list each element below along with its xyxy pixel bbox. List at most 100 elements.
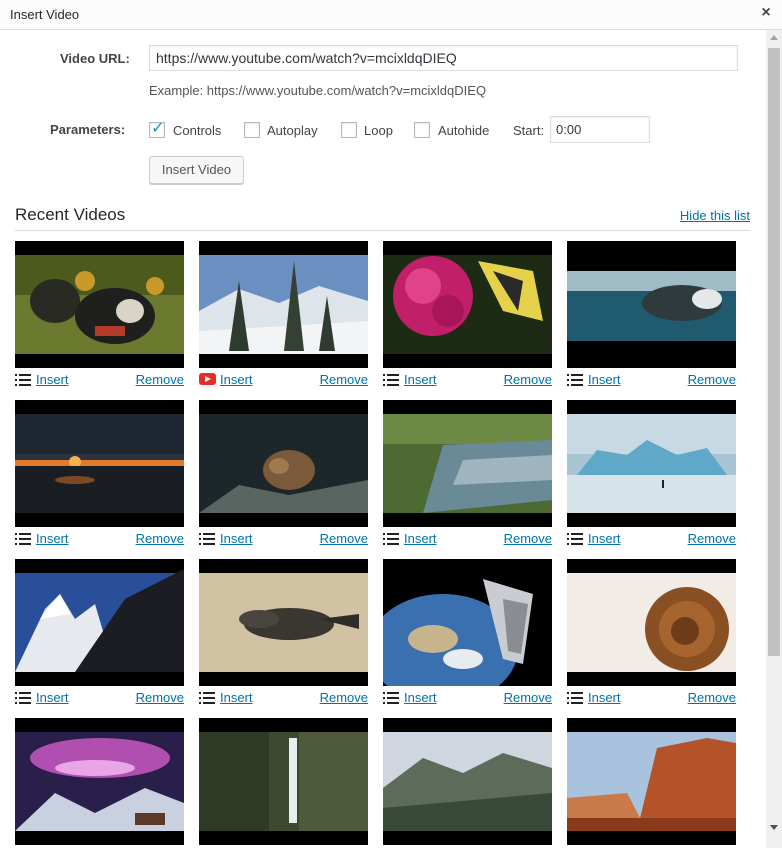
video-card: InsertRemove [383,718,552,848]
video-thumbnail[interactable] [15,718,184,845]
remove-link[interactable]: Remove [320,531,368,546]
video-thumbnail[interactable] [567,241,736,368]
modal-content: Video URL: Example: https://www.youtube.… [0,30,766,848]
video-card: InsertRemove [567,718,736,848]
video-thumbnail[interactable] [383,241,552,368]
autohide-label: Autohide [438,123,490,138]
video-actions: Insert Remove [15,372,184,388]
remove-link[interactable]: Remove [688,531,736,546]
loop-checkbox[interactable] [341,122,357,138]
video-card: Insert Remove [567,241,736,391]
remove-link[interactable]: Remove [688,372,736,387]
insert-link[interactable]: Insert [36,372,69,387]
scroll-down-icon[interactable] [770,825,778,830]
list-icon [199,692,215,704]
video-thumbnail[interactable] [15,559,184,686]
insert-link[interactable]: Insert [404,531,437,546]
loop-label: Loop [364,123,393,138]
video-thumbnail[interactable] [199,559,368,686]
video-actions: Insert Remove [383,690,552,706]
video-card: Insert Remove [567,400,736,550]
autoplay-label: Autoplay [267,123,318,138]
video-url-input[interactable] [149,45,738,71]
hide-list-link[interactable]: Hide this list [680,208,750,223]
remove-link[interactable]: Remove [136,531,184,546]
video-actions: Insert Remove [15,531,184,547]
controls-label: Controls [173,123,222,138]
remove-link[interactable]: Remove [320,690,368,705]
start-time-input[interactable] [550,116,650,143]
insert-link[interactable]: Insert [220,531,253,546]
insert-link[interactable]: Insert [588,372,621,387]
video-thumbnail[interactable] [199,400,368,527]
list-icon [15,533,31,545]
video-thumbnail[interactable] [567,400,736,527]
remove-link[interactable]: Remove [504,372,552,387]
scrollbar-thumb[interactable] [768,48,780,656]
remove-link[interactable]: Remove [136,372,184,387]
video-thumbnail[interactable] [15,241,184,368]
video-thumbnail[interactable] [199,241,368,368]
insert-link[interactable]: Insert [404,372,437,387]
recent-videos-heading: Recent Videos [15,205,126,224]
insert-link[interactable]: Insert [404,690,437,705]
modal-title: Insert Video [10,7,80,22]
video-actions: Insert Remove [383,372,552,388]
video-actions: Insert Remove [15,690,184,706]
video-card: Insert Remove [383,559,552,709]
list-icon [567,374,583,386]
video-thumbnail[interactable] [383,718,552,845]
video-card: InsertRemove [15,718,184,848]
video-thumbnail[interactable] [199,718,368,845]
video-thumbnail[interactable] [567,718,736,845]
video-thumbnail[interactable] [383,400,552,527]
video-url-label: Video URL: [60,51,130,66]
remove-link[interactable]: Remove [504,690,552,705]
video-card: Insert Remove [567,559,736,709]
insert-link[interactable]: Insert [36,690,69,705]
checkmark-icon: ✓ [151,120,165,137]
youtube-icon [199,373,216,385]
video-thumbnail[interactable] [567,559,736,686]
vertical-scrollbar[interactable] [766,30,782,848]
modal-titlebar: Insert Video × [0,0,782,30]
autohide-checkbox[interactable] [414,122,430,138]
example-text: Example: https://www.youtube.com/watch?v… [149,83,487,98]
video-card: Insert Remove [199,400,368,550]
list-icon [567,533,583,545]
controls-checkbox[interactable]: ✓ [149,120,165,138]
video-actions: Insert Remove [567,531,736,547]
video-card: Insert Remove [15,400,184,550]
video-actions: Insert Remove [383,531,552,547]
video-card: Insert Remove [199,559,368,709]
list-icon [15,374,31,386]
video-thumbnail[interactable] [383,559,552,686]
insert-link[interactable]: Insert [36,531,69,546]
scroll-up-icon[interactable] [770,35,778,40]
video-card: Insert Remove [15,559,184,709]
list-icon [567,692,583,704]
insert-link[interactable]: Insert [588,690,621,705]
video-actions: Insert Remove [199,690,368,706]
insert-link[interactable]: Insert [220,690,253,705]
list-icon [383,533,399,545]
start-label: Start: [513,123,545,138]
divider [15,230,750,231]
video-card: Insert Remove [15,241,184,391]
remove-link[interactable]: Remove [320,372,368,387]
remove-link[interactable]: Remove [504,531,552,546]
remove-link[interactable]: Remove [688,690,736,705]
video-actions: Insert Remove [567,690,736,706]
video-thumbnail[interactable] [15,400,184,527]
insert-link[interactable]: Insert [588,531,621,546]
insert-video-button[interactable]: Insert Video [149,156,244,184]
list-icon [199,533,215,545]
list-icon [15,692,31,704]
video-actions: Insert Remove [199,372,368,388]
parameters-label: Parameters: [50,122,126,137]
video-card: InsertRemove [199,718,368,848]
remove-link[interactable]: Remove [136,690,184,705]
insert-link[interactable]: Insert [220,372,253,387]
close-icon[interactable]: × [758,5,774,21]
autoplay-checkbox[interactable] [244,122,260,138]
